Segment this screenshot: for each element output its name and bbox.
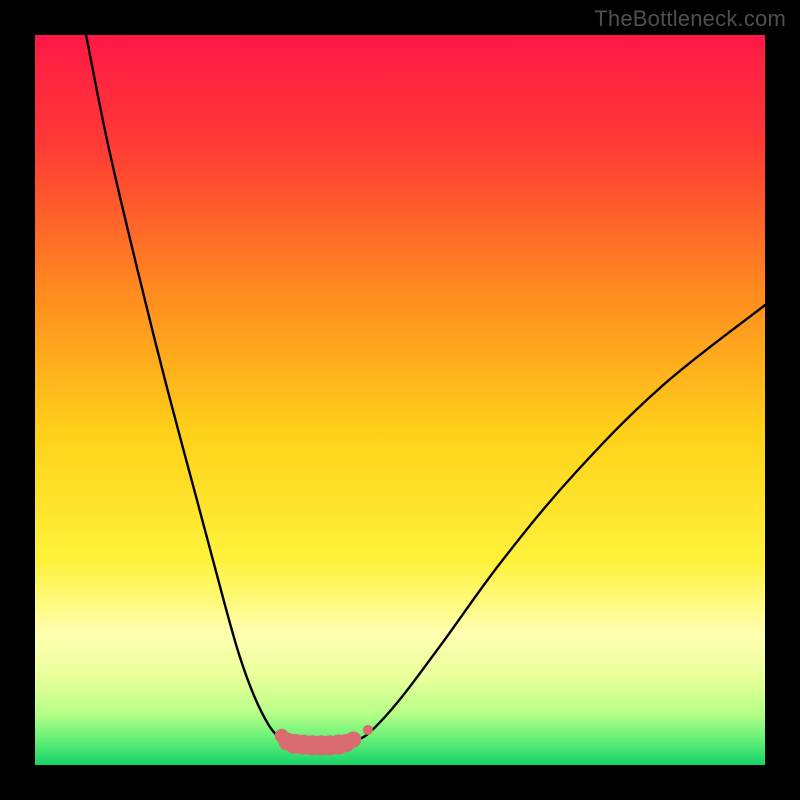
bottleneck-chart (0, 0, 800, 800)
chart-stage: TheBottleneck.com (0, 0, 800, 800)
gradient-background (35, 35, 765, 765)
trough-marker (345, 731, 361, 747)
trough-marker (363, 725, 373, 735)
watermark-text: TheBottleneck.com (594, 6, 786, 32)
